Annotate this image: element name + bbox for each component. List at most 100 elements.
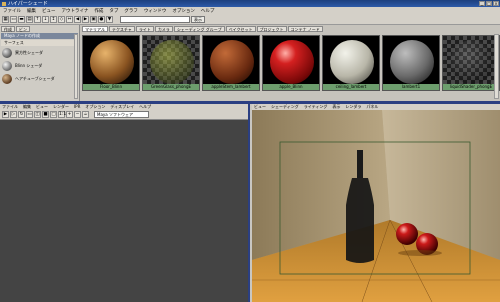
clear-graph-icon[interactable]: ◇ bbox=[58, 15, 65, 23]
layout-bottom-icon[interactable]: ▬ bbox=[18, 15, 25, 23]
menu-ipr[interactable]: IPR bbox=[74, 104, 80, 110]
anisotropic-ball-icon bbox=[2, 48, 12, 58]
graph-down-icon[interactable]: ↓ bbox=[42, 15, 49, 23]
swatch-icon[interactable]: ● bbox=[98, 15, 105, 23]
swatch-label: GreenGlass_phongE bbox=[143, 84, 199, 90]
menu-window[interactable]: ウィンドウ bbox=[144, 8, 167, 14]
keep-image-icon[interactable]: + bbox=[66, 111, 73, 118]
swatch-label: apple_Blinn bbox=[263, 84, 319, 90]
show-button[interactable]: 表示 bbox=[191, 15, 205, 23]
stem-ball-icon bbox=[210, 40, 254, 84]
tab-bake-sets[interactable]: ベイクセット bbox=[225, 26, 256, 32]
apple-shadow bbox=[398, 250, 442, 256]
graph-both-icon[interactable]: ↕ bbox=[50, 15, 57, 23]
tab-shading-groups[interactable]: シェーディング グループ bbox=[173, 26, 225, 32]
menu-render[interactable]: レンダー bbox=[53, 104, 69, 110]
window-title: ハイパーシェード bbox=[8, 1, 48, 7]
material-shelf: マテリアル テクスチャ ライト カメラ シェーディング グループ ベイクセット … bbox=[80, 25, 500, 101]
menu-create[interactable]: 作成 bbox=[94, 8, 103, 14]
teapot-icon[interactable]: ☕ bbox=[82, 111, 89, 118]
tab-layout-icon[interactable]: ▤ bbox=[26, 15, 33, 23]
next-view-icon[interactable]: ▶ bbox=[82, 15, 89, 23]
swatch-label: lambert1 bbox=[383, 84, 439, 90]
tab-container-nodes[interactable]: コンテナ ノード bbox=[287, 26, 323, 32]
list-item[interactable]: Blinn シェーダ bbox=[2, 60, 77, 72]
material-swatch[interactable]: liquidShader_phongE bbox=[442, 35, 500, 91]
rgb-icon[interactable]: ■ bbox=[42, 111, 49, 118]
alpha-icon[interactable]: □ bbox=[50, 111, 57, 118]
glass-ball-icon bbox=[150, 40, 194, 84]
menu-file[interactable]: ファイル bbox=[2, 104, 18, 110]
toolbar: ▦ ▭ ▬ ▤ ↑ ↓ ↕ ◇ ⇔ ◀ ▶ ▣ ● ▼ 表示 bbox=[0, 14, 500, 25]
shelf-scrollbar[interactable] bbox=[494, 34, 499, 99]
maximize-button[interactable]: □ bbox=[486, 1, 492, 6]
render-view-toolbar: ▶ ▷ ↻ ▭ ◫ ■ □ 1:1 + − ☕ Maya ソフトウェア bbox=[0, 110, 248, 120]
graph-up-icon[interactable]: ↑ bbox=[34, 15, 41, 23]
snapshot-icon[interactable]: ◫ bbox=[34, 111, 41, 118]
redo-render-icon[interactable]: ▶ bbox=[2, 111, 9, 118]
tab-lights[interactable]: ライト bbox=[135, 26, 154, 32]
tab-create[interactable]: 作成 bbox=[1, 26, 15, 32]
apple-ball-icon bbox=[270, 40, 314, 84]
panel-scrollbar[interactable] bbox=[74, 34, 78, 99]
filter-icon[interactable]: ▼ bbox=[106, 15, 113, 23]
swatch-label: appleStem_lambert bbox=[203, 84, 259, 90]
blinn-ball-icon bbox=[2, 61, 12, 71]
menu-help[interactable]: ヘルプ bbox=[201, 8, 215, 14]
title-bar: ハイパーシェード _ □ × bbox=[0, 0, 500, 7]
lambert-ball-icon bbox=[390, 40, 434, 84]
tab-bins[interactable]: ビン bbox=[16, 26, 30, 32]
menu-tabs[interactable]: タブ bbox=[109, 8, 118, 14]
rearrange-icon[interactable]: ⇔ bbox=[66, 15, 73, 23]
material-swatch[interactable]: apple_Blinn bbox=[262, 35, 320, 91]
material-swatch[interactable]: appleStem_lambert bbox=[202, 35, 260, 91]
swatch-label: ceiling_lambert bbox=[323, 84, 379, 90]
tab-projects[interactable]: プロジェクト bbox=[256, 26, 287, 32]
menu-options[interactable]: オプション bbox=[85, 104, 105, 110]
search-input[interactable] bbox=[120, 15, 190, 23]
scene-render[interactable] bbox=[252, 110, 500, 302]
material-swatch[interactable]: ceiling_lambert bbox=[322, 35, 380, 91]
close-button[interactable]: × bbox=[493, 1, 499, 6]
list-item[interactable]: ヘアチューブシェーダ bbox=[2, 73, 77, 85]
menu-view[interactable]: ビュー bbox=[36, 104, 48, 110]
swatch-label: Floor_Blinn bbox=[83, 84, 139, 90]
panel-header[interactable]: Maya ノードの作成 bbox=[1, 33, 78, 39]
menu-outliner[interactable]: アウトライナ bbox=[62, 8, 89, 14]
frame-all-icon[interactable]: ▣ bbox=[90, 15, 97, 23]
render-view-pane: ファイル 編集 ビュー レンダー IPR オプション ディスプレイ ヘルプ ▶ … bbox=[0, 104, 250, 302]
material-swatch[interactable]: GreenGlass_phongE bbox=[142, 35, 200, 91]
apple bbox=[396, 223, 418, 245]
perspective-viewport[interactable]: ビュー シェーディング ライティング 表示 レンダラ パネル bbox=[252, 104, 500, 302]
menu-display[interactable]: ディスプレイ bbox=[110, 104, 134, 110]
menu-file[interactable]: ファイル bbox=[3, 8, 21, 14]
tab-materials[interactable]: マテリアル bbox=[82, 26, 108, 32]
menu-edit[interactable]: 編集 bbox=[23, 104, 31, 110]
liquid-ball-icon bbox=[450, 40, 494, 84]
section-header[interactable]: サーフェス bbox=[1, 40, 78, 46]
menu-graph[interactable]: グラフ bbox=[124, 8, 138, 14]
zoom-icon[interactable]: 1:1 bbox=[58, 111, 66, 118]
material-swatch[interactable]: lambert1 bbox=[382, 35, 440, 91]
menu-help[interactable]: ヘルプ bbox=[139, 104, 151, 110]
ipr-render-icon[interactable]: ▷ bbox=[10, 111, 17, 118]
menu-edit[interactable]: 編集 bbox=[27, 8, 36, 14]
swatch-label: liquidShader_phongE bbox=[443, 84, 499, 90]
menu-options[interactable]: オプション bbox=[172, 8, 195, 14]
tab-textures[interactable]: テクスチャ bbox=[108, 26, 135, 32]
refresh-icon[interactable]: ↻ bbox=[18, 111, 25, 118]
renderer-select[interactable]: Maya ソフトウェア bbox=[94, 111, 149, 118]
remove-image-icon[interactable]: − bbox=[74, 111, 81, 118]
layout-icon[interactable]: ▦ bbox=[2, 15, 9, 23]
layout-top-icon[interactable]: ▭ bbox=[10, 15, 17, 23]
region-render-icon[interactable]: ▭ bbox=[26, 111, 33, 118]
minimize-button[interactable]: _ bbox=[479, 1, 485, 6]
material-swatch[interactable]: Floor_Blinn bbox=[82, 35, 140, 91]
tab-cameras[interactable]: カメラ bbox=[154, 26, 173, 32]
previous-view-icon[interactable]: ◀ bbox=[74, 15, 81, 23]
hairtube-ball-icon bbox=[2, 74, 12, 84]
list-item[interactable]: 異方性シェーダ bbox=[2, 47, 77, 59]
app-icon bbox=[2, 1, 6, 6]
menu-view[interactable]: ビュー bbox=[42, 8, 56, 14]
create-panel: 作成 ビン Maya ノードの作成 サーフェス 異方性シェーダ Blinn シェ… bbox=[0, 25, 80, 101]
